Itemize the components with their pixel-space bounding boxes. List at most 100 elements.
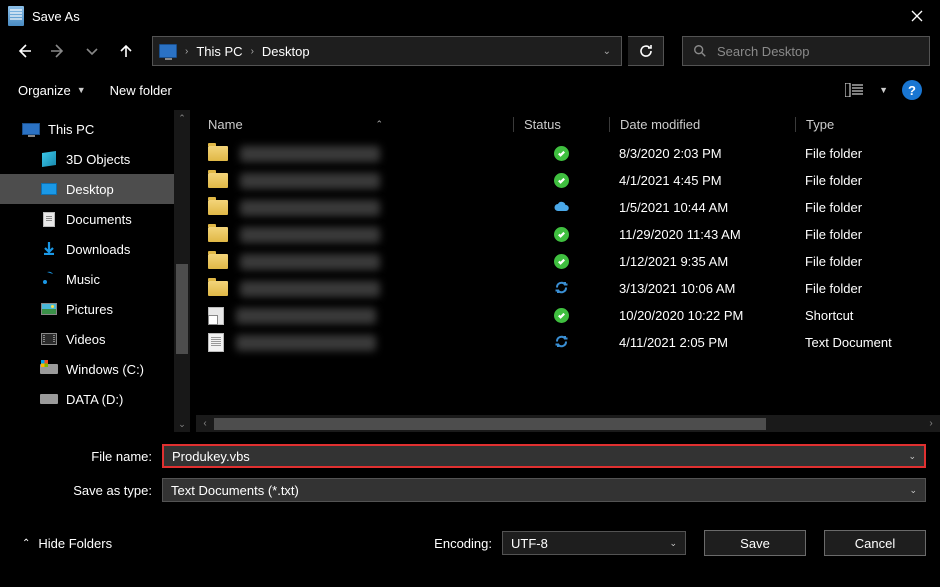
sidebar-item-data-d-[interactable]: DATA (D:) [0, 384, 190, 414]
status-icon [513, 173, 609, 188]
sidebar-item-desktop[interactable]: Desktop [0, 174, 190, 204]
view-dropdown[interactable]: ▼ [879, 85, 888, 95]
col-date[interactable]: Date modified [609, 117, 795, 132]
chevron-down-icon[interactable]: ⌄ [909, 485, 917, 496]
file-row[interactable]: 3/13/2021 10:06 AMFile folder [190, 275, 940, 302]
organize-menu[interactable]: Organize ▼ [18, 83, 86, 98]
sidebar-item-3d-objects[interactable]: 3D Objects [0, 144, 190, 174]
horizontal-scrollbar[interactable]: ‹ › [196, 415, 940, 432]
scroll-up-arrow[interactable]: ⌃ [174, 110, 190, 126]
col-name[interactable]: Name ⌃ [190, 117, 513, 132]
status-icon [513, 308, 609, 323]
view-options-button[interactable] [843, 81, 865, 99]
file-date: 11/29/2020 11:43 AM [609, 227, 795, 242]
file-type: Text Document [795, 335, 940, 350]
redacted-filename [240, 173, 380, 189]
breadcrumb-current[interactable]: Desktop [262, 44, 310, 59]
redacted-filename [240, 254, 380, 270]
encoding-select[interactable]: UTF-8 ⌄ [502, 531, 686, 555]
scroll-down-arrow[interactable]: ⌄ [174, 416, 190, 432]
file-date: 8/3/2020 2:03 PM [609, 146, 795, 161]
sort-indicator: ⌃ [375, 119, 383, 130]
scroll-right-arrow[interactable]: › [922, 418, 940, 429]
col-type[interactable]: Type [795, 117, 940, 132]
file-date: 3/13/2021 10:06 AM [609, 281, 795, 296]
savetype-select[interactable]: Text Documents (*.txt) ⌄ [162, 478, 926, 502]
file-type: File folder [795, 146, 940, 161]
new-folder-button[interactable]: New folder [110, 83, 172, 98]
file-type: File folder [795, 227, 940, 242]
file-type: File folder [795, 200, 940, 215]
sidebar-item-videos[interactable]: Videos [0, 324, 190, 354]
file-date: 4/11/2021 2:05 PM [609, 335, 795, 350]
filename-input[interactable]: Produkey.vbs ⌄ [162, 444, 926, 468]
back-button[interactable] [10, 37, 38, 65]
sidebar: This PC3D ObjectsDesktopDocumentsDownloa… [0, 110, 190, 432]
sidebar-item-music[interactable]: Music [0, 264, 190, 294]
col-status[interactable]: Status [513, 117, 609, 132]
hide-folders-button[interactable]: ⌃ Hide Folders [22, 536, 112, 551]
nav-row: › This PC › Desktop ⌄ Search Desktop [0, 32, 940, 70]
column-headers: Name ⌃ Status Date modified Type [190, 110, 940, 140]
sidebar-item-downloads[interactable]: Downloads [0, 234, 190, 264]
file-date: 4/1/2021 4:45 PM [609, 173, 795, 188]
file-row[interactable]: 4/11/2021 2:05 PMText Document [190, 329, 940, 356]
save-button[interactable]: Save [704, 530, 806, 556]
redacted-filename [236, 335, 376, 351]
filename-label: File name: [14, 449, 162, 464]
up-button[interactable] [112, 37, 140, 65]
file-row[interactable]: 1/12/2021 9:35 AMFile folder [190, 248, 940, 275]
search-placeholder: Search Desktop [717, 44, 810, 59]
chevron-right-icon[interactable]: › [249, 46, 256, 57]
organize-label: Organize [18, 83, 71, 98]
pc-icon [159, 44, 177, 58]
forward-button[interactable] [44, 37, 72, 65]
search-input[interactable]: Search Desktop [682, 36, 930, 66]
chevron-down-icon[interactable]: ⌄ [669, 538, 677, 549]
encoding-label: Encoding: [434, 536, 492, 551]
recent-dropdown[interactable] [78, 37, 106, 65]
help-button[interactable]: ? [902, 80, 922, 100]
file-row[interactable]: 11/29/2020 11:43 AMFile folder [190, 221, 940, 248]
file-row[interactable]: 4/1/2021 4:45 PMFile folder [190, 167, 940, 194]
chevron-right-icon[interactable]: › [183, 46, 190, 57]
file-type: File folder [795, 281, 940, 296]
status-icon [513, 254, 609, 269]
address-dropdown[interactable]: ⌄ [599, 46, 615, 57]
file-row[interactable]: 8/3/2020 2:03 PMFile folder [190, 140, 940, 167]
save-form: File name: Produkey.vbs ⌄ Save as type: … [0, 432, 940, 502]
scroll-thumb[interactable] [176, 264, 188, 354]
window-title: Save As [32, 9, 80, 24]
file-date: 1/5/2021 10:44 AM [609, 200, 795, 215]
status-icon [513, 334, 609, 352]
sidebar-item-documents[interactable]: Documents [0, 204, 190, 234]
chevron-down-icon[interactable]: ⌄ [908, 451, 916, 462]
file-type: File folder [795, 254, 940, 269]
status-icon [513, 227, 609, 242]
address-bar[interactable]: › This PC › Desktop ⌄ [152, 36, 622, 66]
sidebar-item-windows-c-[interactable]: Windows (C:) [0, 354, 190, 384]
sidebar-scrollbar[interactable]: ⌃ ⌄ [174, 110, 190, 432]
close-button[interactable] [894, 0, 940, 32]
scroll-left-arrow[interactable]: ‹ [196, 418, 214, 429]
redacted-filename [240, 146, 380, 162]
file-date: 1/12/2021 9:35 AM [609, 254, 795, 269]
redacted-filename [236, 308, 376, 324]
status-icon [513, 200, 609, 215]
file-list: Name ⌃ Status Date modified Type 8/3/202… [190, 110, 940, 432]
footer: ⌃ Hide Folders Encoding: UTF-8 ⌄ Save Ca… [0, 512, 940, 556]
file-row[interactable]: 1/5/2021 10:44 AMFile folder [190, 194, 940, 221]
cancel-button[interactable]: Cancel [824, 530, 926, 556]
main-area: This PC3D ObjectsDesktopDocumentsDownloa… [0, 110, 940, 432]
breadcrumb-root[interactable]: This PC [196, 44, 242, 59]
sidebar-item-pictures[interactable]: Pictures [0, 294, 190, 324]
file-row[interactable]: 10/20/2020 10:22 PMShortcut [190, 302, 940, 329]
file-date: 10/20/2020 10:22 PM [609, 308, 795, 323]
toolbar: Organize ▼ New folder ▼ ? [0, 70, 940, 110]
sidebar-this-pc[interactable]: This PC [0, 114, 190, 144]
redacted-filename [240, 227, 380, 243]
refresh-button[interactable] [628, 36, 664, 66]
h-scroll-thumb[interactable] [214, 418, 766, 430]
search-icon [693, 44, 707, 58]
redacted-filename [240, 200, 380, 216]
